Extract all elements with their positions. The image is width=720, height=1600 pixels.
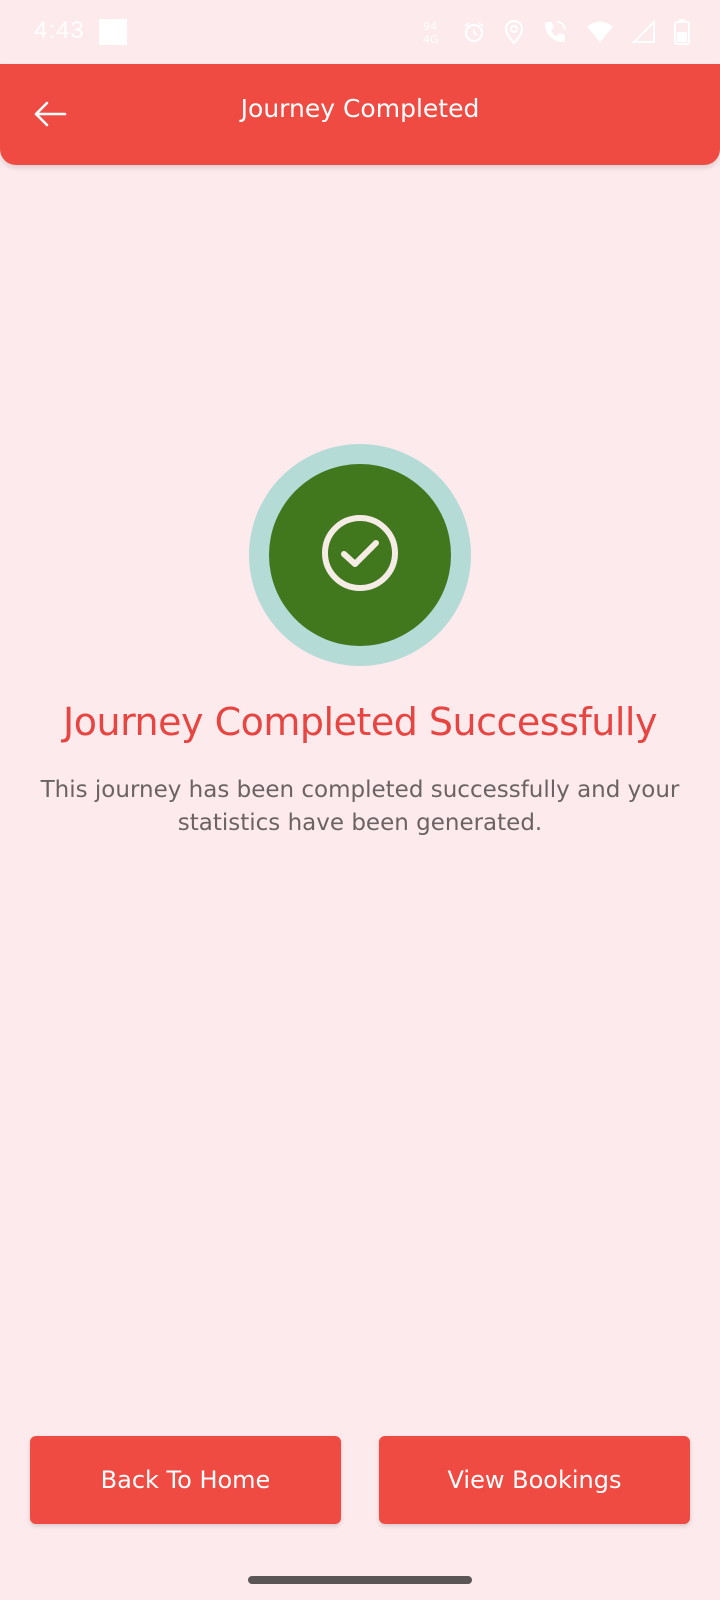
status-icons: 94 4G: [422, 18, 690, 46]
wifi-calling-icon: [542, 19, 568, 45]
app-bar: Journey Completed: [0, 64, 720, 165]
svg-text:4G: 4G: [423, 33, 439, 45]
svg-text:94: 94: [423, 20, 437, 33]
alarm-icon: [462, 20, 486, 44]
back-to-home-button[interactable]: Back To Home: [30, 1436, 341, 1524]
home-indicator[interactable]: [248, 1576, 472, 1584]
notification-icon: [99, 19, 127, 45]
status-time: 4:43: [34, 17, 85, 44]
check-circle-icon: [320, 513, 400, 597]
battery-icon: [674, 19, 690, 45]
success-badge: [249, 444, 471, 666]
page-title: Journey Completed: [240, 94, 480, 123]
location-icon: [504, 19, 524, 45]
wifi-icon: [586, 20, 614, 44]
data-saver-icon: 94 4G: [422, 19, 444, 45]
success-title: Journey Completed Successfully: [63, 700, 657, 744]
signal-icon: [632, 20, 656, 44]
success-message: This journey has been completed successf…: [40, 777, 680, 836]
view-bookings-button[interactable]: View Bookings: [379, 1436, 690, 1524]
success-circle: [269, 464, 451, 646]
status-bar: 4:43 94 4G: [0, 0, 720, 64]
